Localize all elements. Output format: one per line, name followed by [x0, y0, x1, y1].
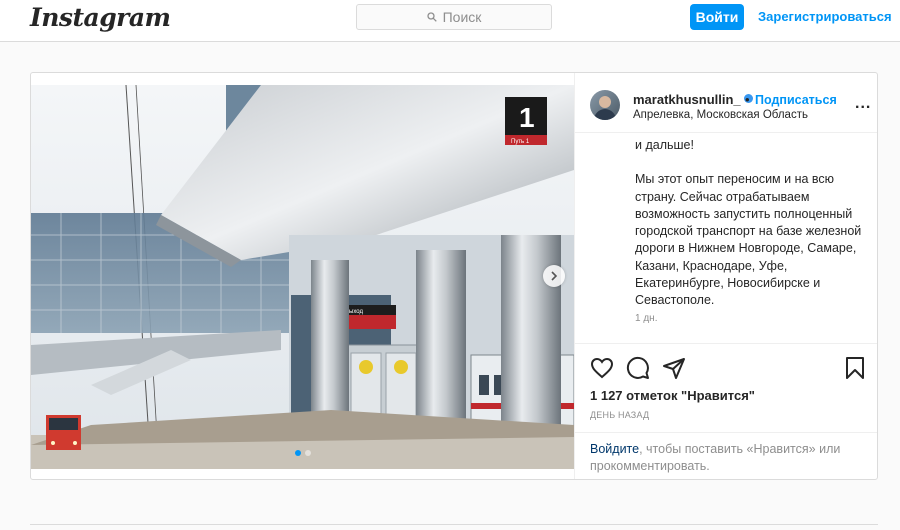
caption-line-1: и дальше! — [635, 138, 694, 152]
caption-timestamp: 1 дн. — [635, 313, 658, 324]
search-input[interactable]: Поиск — [356, 4, 552, 30]
share-icon[interactable] — [662, 356, 686, 380]
location-link[interactable]: Апрелевка, Московская Область — [633, 109, 808, 121]
carousel-dot-2 — [305, 450, 311, 456]
signup-link[interactable]: Зарегистрироваться — [758, 9, 892, 24]
station-photo: Выход 1 Путь 1 — [31, 85, 574, 469]
carousel-dot-1 — [295, 450, 301, 456]
carousel-indicator — [295, 450, 311, 456]
search-placeholder: Поиск — [442, 9, 482, 25]
post-card: Выход 1 Путь 1 maratkhusnullin_ • Подпис… — [30, 72, 878, 480]
likes-count[interactable]: 1 127 отметок "Нравится" — [590, 388, 755, 403]
follow-button[interactable]: Подписаться — [755, 93, 837, 107]
heart-icon[interactable] — [590, 356, 614, 380]
platform-number: 1 — [519, 102, 535, 133]
bookmark-icon[interactable] — [843, 356, 867, 380]
post-sidebar: maratkhusnullin_ • Подписаться Апрелевка… — [574, 73, 877, 479]
platform-sign: Путь 1 — [511, 139, 530, 145]
caption-line-2: Мы этот опыт переносим и на всю страну. … — [635, 172, 862, 308]
divider — [30, 524, 878, 525]
post-header: maratkhusnullin_ • Подписаться Апрелевка… — [575, 73, 877, 133]
separator: • — [745, 92, 750, 107]
more-options-button[interactable]: ... — [855, 95, 871, 113]
search-icon — [426, 12, 437, 22]
chevron-right-icon — [551, 271, 558, 281]
avatar[interactable] — [590, 90, 620, 120]
post-actions: 1 127 отметок "Нравится" ДЕНЬ НАЗАД Войд… — [575, 343, 877, 479]
post-date: ДЕНЬ НАЗАД — [590, 410, 650, 420]
post-media-carousel[interactable]: Выход 1 Путь 1 — [31, 85, 574, 469]
username-link[interactable]: maratkhusnullin_ — [633, 92, 753, 107]
comment-icon[interactable] — [626, 356, 650, 380]
comment-login-prompt: Войдите, чтобы поставить «Нравится» или … — [575, 432, 877, 479]
top-navigation-bar: Instagram Поиск Войти Зарегистрироваться — [0, 0, 900, 42]
next-slide-button[interactable] — [543, 265, 565, 287]
login-button[interactable]: Войти — [690, 4, 744, 30]
post-caption: и дальше! Мы этот опыт переносим и на вс… — [635, 137, 867, 327]
login-link[interactable]: Войдите — [590, 442, 639, 456]
instagram-logo[interactable]: Instagram — [30, 3, 171, 32]
